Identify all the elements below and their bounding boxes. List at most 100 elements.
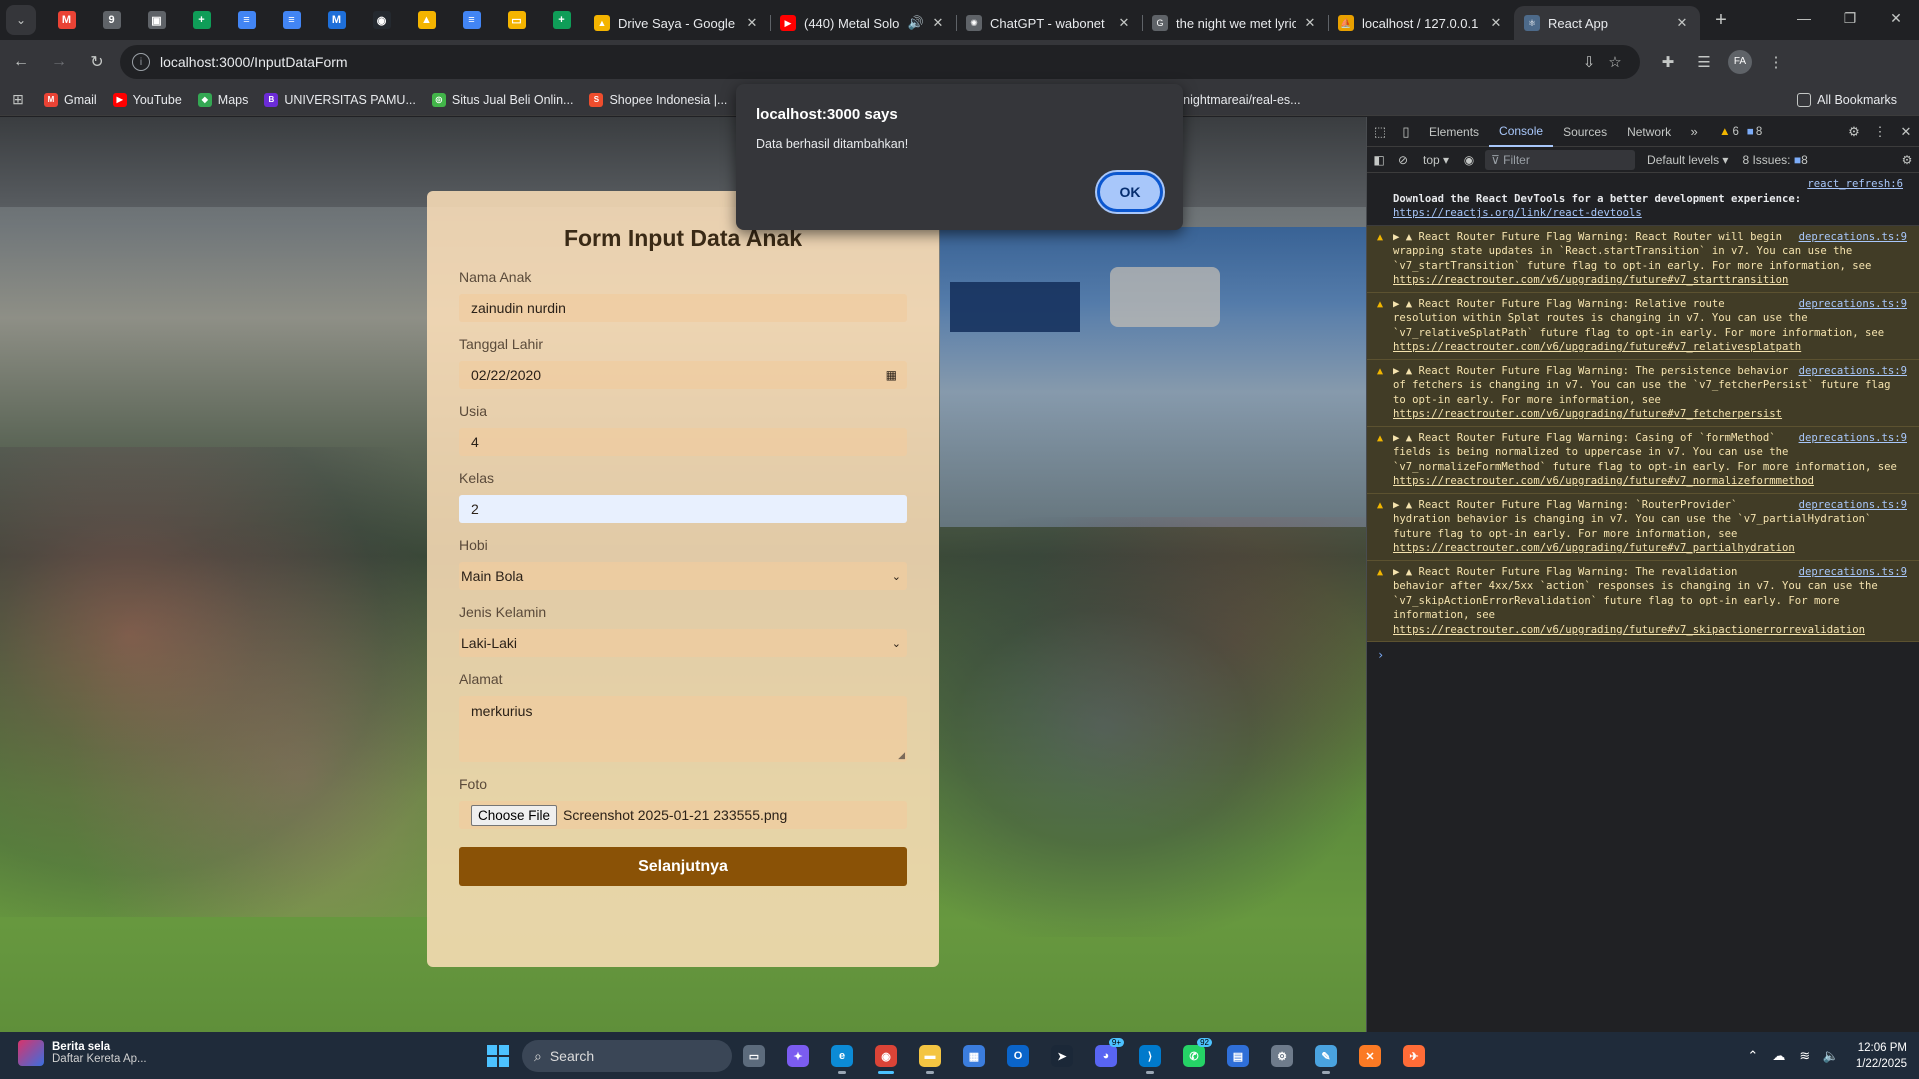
taskbar-app[interactable]: ⚙ (1260, 1038, 1304, 1074)
expand-arrow-icon[interactable]: ▶ ▲ (1393, 566, 1419, 578)
console-source-link[interactable]: deprecations.ts:9 (1799, 364, 1907, 379)
close-tab-icon[interactable]: ✕ (1674, 15, 1690, 31)
console-source-link[interactable]: deprecations.ts:9 (1799, 565, 1907, 580)
taskbar-app[interactable]: O (996, 1038, 1040, 1074)
sidebar-toggle-icon[interactable]: ◧ (1367, 153, 1391, 167)
warning-link[interactable]: https://reactrouter.com/v6/upgrading/fut… (1393, 408, 1782, 420)
taskbar-app[interactable]: ✕ (1348, 1038, 1392, 1074)
console-filter-input[interactable]: ⊽ Filter (1485, 149, 1636, 170)
new-tab-button[interactable]: + (1706, 5, 1736, 35)
settings-gear-icon[interactable]: ⚙ (1841, 124, 1867, 140)
all-bookmarks-folder[interactable]: All Bookmarks (1789, 84, 1905, 116)
console-source-link[interactable]: deprecations.ts:9 (1799, 431, 1907, 446)
tab-sources[interactable]: Sources (1553, 117, 1617, 147)
context-select[interactable]: top ▾ (1415, 153, 1457, 167)
live-expression-eye-icon[interactable]: ◉ (1457, 153, 1481, 167)
console-source-link[interactable]: react_refresh:6 (1807, 178, 1903, 190)
reading-list-icon[interactable]: ☰ (1686, 53, 1722, 71)
pinned-tab[interactable]: 9 (89, 0, 134, 40)
close-tab-icon[interactable]: ✕ (1302, 15, 1318, 31)
browser-tab[interactable]: ⚛ React App ✕ (1514, 6, 1700, 40)
devtools-menu-icon[interactable]: ⋮ (1867, 124, 1893, 140)
close-window-button[interactable]: ✕ (1873, 0, 1919, 36)
close-tab-icon[interactable]: ✕ (1116, 15, 1132, 31)
resize-grip-icon[interactable]: ◢ (898, 750, 905, 761)
taskbar-app[interactable]: ▤ (1216, 1038, 1260, 1074)
taskbar-app[interactable]: ✆ 92 (1172, 1038, 1216, 1074)
install-app-icon[interactable]: ⇩ (1576, 53, 1602, 71)
taskbar-app[interactable]: ✎ (1304, 1038, 1348, 1074)
pinned-tab[interactable]: ≡ (224, 0, 269, 40)
issue-counters[interactable]: ▲ 6 ■ 8 (1719, 126, 1762, 138)
taskbar-app[interactable]: ✦ (776, 1038, 820, 1074)
extensions-icon[interactable]: ✚ (1650, 53, 1686, 71)
taskbar-app[interactable]: ▬ (908, 1038, 952, 1074)
apps-grid-icon[interactable]: ⊞ (0, 91, 36, 108)
forward-button[interactable]: → (42, 45, 76, 79)
nama-anak-input[interactable]: zainudin nurdin (459, 294, 907, 322)
expand-arrow-icon[interactable]: ▶ ▲ (1393, 365, 1419, 377)
pinned-tab[interactable]: ◉ (359, 0, 404, 40)
bookmark-item[interactable]: ▶ YouTube (105, 92, 190, 107)
expand-arrow-icon[interactable]: ▶ ▲ (1393, 499, 1419, 511)
tab-elements[interactable]: Elements (1419, 117, 1489, 147)
clock[interactable]: 12:06 PM 1/22/2025 (1856, 1040, 1907, 1072)
pinned-tab[interactable]: + (539, 0, 584, 40)
back-button[interactable]: ← (4, 45, 38, 79)
pinned-tab[interactable]: + (179, 0, 224, 40)
reload-button[interactable]: ↻ (80, 45, 114, 79)
profile-avatar[interactable]: FA (1728, 50, 1752, 74)
tab-network[interactable]: Network (1617, 117, 1681, 147)
bookmark-item[interactable]: B UNIVERSITAS PAMU... (256, 92, 424, 107)
warning-link[interactable]: https://reactrouter.com/v6/upgrading/fut… (1393, 624, 1865, 636)
expand-arrow-icon[interactable]: ▶ ▲ (1393, 298, 1419, 310)
bookmark-item[interactable]: ◎ Situs Jual Beli Onlin... (424, 92, 582, 107)
warning-link[interactable]: https://reactrouter.com/v6/upgrading/fut… (1393, 475, 1814, 487)
volume-icon[interactable]: 🔈 (1818, 1048, 1844, 1064)
close-tab-icon[interactable]: ✕ (1488, 15, 1504, 31)
browser-tab[interactable]: ✺ ChatGPT - wabonet ✕ (956, 6, 1142, 40)
pinned-tab[interactable]: ≡ (449, 0, 494, 40)
expand-arrow-icon[interactable]: ▶ ▲ (1393, 231, 1419, 243)
bookmark-star-icon[interactable]: ☆ (1602, 53, 1628, 71)
pinned-tab[interactable]: ▲ (404, 0, 449, 40)
choose-file-button[interactable]: Choose File (471, 804, 558, 826)
alamat-textarea[interactable]: merkurius ◢ (459, 696, 907, 762)
console-prompt[interactable]: › (1367, 642, 1919, 669)
log-levels-select[interactable]: Default levels ▾ (1647, 153, 1728, 167)
taskbar-app[interactable]: e (820, 1038, 864, 1074)
jenis-kelamin-select[interactable]: Laki-Laki ⌄ (459, 629, 907, 657)
browser-tab[interactable]: ▲ Drive Saya - Google D ✕ (584, 6, 770, 40)
selanjutnya-button[interactable]: Selanjutnya (459, 847, 907, 886)
close-devtools-icon[interactable]: ✕ (1893, 124, 1919, 140)
issues-button[interactable]: 8 Issues: ■8 (1742, 153, 1807, 167)
browser-tab[interactable]: ⛵ localhost / 127.0.0.1 / ✕ (1328, 6, 1514, 40)
console-source-link[interactable]: deprecations.ts:9 (1799, 498, 1907, 513)
browser-menu-icon[interactable]: ⋮ (1758, 53, 1794, 71)
bookmark-item[interactable]: M Gmail (36, 92, 105, 107)
pinned-tab[interactable]: M (44, 0, 89, 40)
pinned-tab[interactable]: ▭ (494, 0, 539, 40)
warning-link[interactable]: https://reactrouter.com/v6/upgrading/fut… (1393, 542, 1795, 554)
address-bar[interactable]: i localhost:3000/InputDataForm ⇩ ☆ (120, 45, 1640, 79)
onedrive-icon[interactable]: ☁ (1766, 1048, 1792, 1064)
audio-playing-icon[interactable]: 🔊 (908, 15, 924, 31)
taskbar-search[interactable]: ⌕ Search (522, 1040, 732, 1072)
minimize-button[interactable]: — (1781, 0, 1827, 36)
alert-ok-button[interactable]: OK (1095, 170, 1165, 214)
info-link[interactable]: https://reactjs.org/link/react-devtools (1393, 207, 1642, 219)
start-button[interactable] (480, 1040, 516, 1072)
console-source-link[interactable]: deprecations.ts:9 (1799, 230, 1907, 245)
tab-console[interactable]: Console (1489, 117, 1554, 147)
taskbar-app[interactable]: ◉ (864, 1038, 908, 1074)
device-toolbar-icon[interactable]: ▯ (1393, 124, 1419, 140)
calendar-icon[interactable]: ▦ (886, 368, 897, 382)
chevron-up-icon[interactable]: ⌃ (1740, 1048, 1766, 1064)
taskbar-app[interactable]: ◕ 9+ (1084, 1038, 1128, 1074)
warning-link[interactable]: https://reactrouter.com/v6/upgrading/fut… (1393, 274, 1788, 286)
news-widget[interactable]: Berita sela Daftar Kereta Ap... (18, 1040, 147, 1066)
foto-file-input[interactable]: Choose File Screenshot 2025-01-21 233555… (459, 801, 907, 829)
restore-button[interactable]: ❐ (1827, 0, 1873, 36)
tanggal-lahir-input[interactable]: 02/22/2020 ▦ (459, 361, 907, 389)
more-tabs-icon[interactable]: » (1681, 124, 1707, 139)
